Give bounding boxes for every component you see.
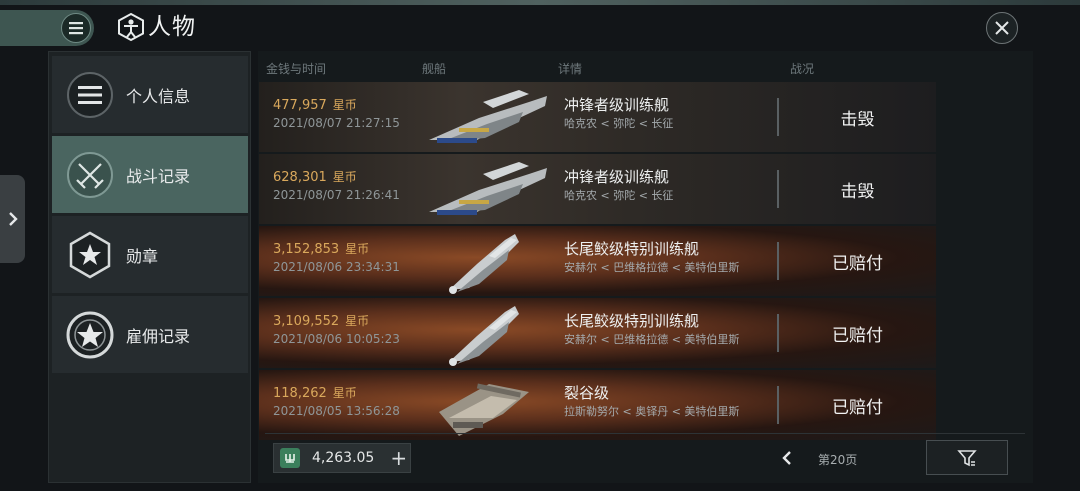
sidebar-item-combat-log[interactable]: 战斗记录 xyxy=(52,136,248,213)
sidebar: 个人信息 战斗记录 勋章 雇佣记录 xyxy=(48,51,251,483)
combat-log-panel: 金钱与时间 舰船 详情 战况 477,957 星币 2021/08/07 21:2… xyxy=(258,51,1033,483)
sidebar-item-profile[interactable]: 个人信息 xyxy=(52,56,248,133)
table-row[interactable]: 3,109,552 星币 2021/08/06 10:05:23 长尾鲛级特别训练… xyxy=(259,298,936,368)
add-funds-button[interactable]: + xyxy=(390,448,407,468)
ship-name: 长尾鲛级特别训练舰 xyxy=(564,240,700,258)
isk-amount: 628,301 星币 xyxy=(273,170,357,185)
isk-amount: 3,109,552 星币 xyxy=(273,314,370,329)
ship-image xyxy=(419,298,559,368)
ship-image xyxy=(419,82,559,152)
chevron-right-icon xyxy=(8,212,18,226)
column-header-ship: 舰船 xyxy=(422,62,447,76)
column-header-detail: 详情 xyxy=(558,62,583,76)
hamburger-icon xyxy=(61,13,91,43)
wallet-balance: 4,263.05 xyxy=(312,450,375,466)
table-row[interactable]: 628,301 星币 2021/08/07 21:26:41 冲锋者级训练舰 哈克… xyxy=(259,154,936,224)
page-title: 人物 xyxy=(148,14,196,40)
sidebar-item-label: 个人信息 xyxy=(126,86,191,106)
filter-icon xyxy=(957,449,977,466)
crossed-swords-icon xyxy=(66,151,114,199)
ship-image xyxy=(419,226,559,296)
location-route: 哈克农 < 弥陀 < 长征 xyxy=(564,117,674,130)
ship-name: 裂谷级 xyxy=(564,384,610,402)
isk-amount: 118,262 星币 xyxy=(273,386,357,401)
menu-button[interactable] xyxy=(0,10,94,46)
isk-amount: 477,957 星币 xyxy=(273,98,357,113)
close-button[interactable] xyxy=(986,12,1018,44)
battle-status: 击毁 xyxy=(840,181,875,202)
star-circle-icon xyxy=(66,311,114,359)
page-indicator: 第20页 xyxy=(818,453,858,467)
expand-handle[interactable] xyxy=(0,175,25,263)
list-icon xyxy=(66,71,114,119)
location-route: 安赫尔 < 巴维格拉德 < 美特伯里斯 xyxy=(564,261,740,274)
timestamp: 2021/08/05 13:56:28 xyxy=(273,404,400,418)
battle-status: 已赔付 xyxy=(832,397,883,418)
close-icon xyxy=(995,21,1009,35)
wallet-icon xyxy=(280,448,300,468)
location-route: 哈克农 < 弥陀 < 长征 xyxy=(564,189,674,202)
battle-status: 已赔付 xyxy=(832,325,883,346)
location-route: 安赫尔 < 巴维格拉德 < 美特伯里斯 xyxy=(564,333,740,346)
table-row[interactable]: 118,262 星币 2021/08/05 13:56:28 裂谷级 拉斯勒努尔 … xyxy=(259,370,936,440)
timestamp: 2021/08/06 23:34:31 xyxy=(273,260,400,274)
sidebar-item-hire-log[interactable]: 雇佣记录 xyxy=(52,296,248,373)
sidebar-item-medals[interactable]: 勋章 xyxy=(52,216,248,293)
wallet-widget: 4,263.05 + xyxy=(273,443,411,473)
column-header-status: 战况 xyxy=(790,62,815,76)
isk-amount: 3,152,853 星币 xyxy=(273,242,370,257)
previous-page-button[interactable] xyxy=(780,449,794,467)
chevron-left-icon xyxy=(782,451,791,465)
table-row[interactable]: 3,152,853 星币 2021/08/06 23:34:31 长尾鲛级特别训练… xyxy=(259,226,936,296)
sidebar-item-label: 战斗记录 xyxy=(126,166,191,186)
timestamp: 2021/08/07 21:26:41 xyxy=(273,188,400,202)
table-row[interactable]: 477,957 星币 2021/08/07 21:27:15 冲锋者级训练舰 哈克… xyxy=(259,82,936,152)
star-hexagon-icon xyxy=(66,231,114,279)
footer-divider xyxy=(265,433,1025,434)
column-header-money-time: 金钱与时间 xyxy=(266,62,327,76)
sidebar-item-label: 勋章 xyxy=(126,246,159,266)
filter-button[interactable] xyxy=(926,440,1008,475)
battle-status: 击毁 xyxy=(840,109,875,130)
battle-status: 已赔付 xyxy=(832,253,883,274)
ship-name: 冲锋者级训练舰 xyxy=(564,96,670,114)
top-accent-strip xyxy=(0,0,1080,5)
location-route: 拉斯勒努尔 < 奥铎丹 < 美特伯里斯 xyxy=(564,405,740,418)
ship-image xyxy=(419,370,559,440)
character-icon xyxy=(116,12,146,42)
ship-image xyxy=(419,154,559,224)
timestamp: 2021/08/06 10:05:23 xyxy=(273,332,400,346)
ship-name: 长尾鲛级特别训练舰 xyxy=(564,312,700,330)
sidebar-item-label: 雇佣记录 xyxy=(126,326,191,346)
ship-name: 冲锋者级训练舰 xyxy=(564,168,670,186)
timestamp: 2021/08/07 21:27:15 xyxy=(273,116,400,130)
